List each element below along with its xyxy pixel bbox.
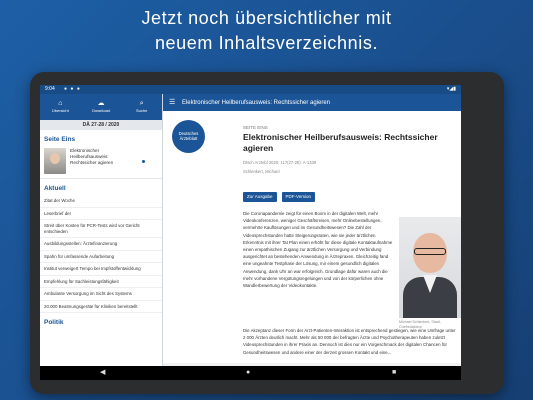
section-title-seite-eins: Seite Eins [44, 136, 76, 143]
header-title: Elektronischer Heilberufsausweis: Rechts… [181, 100, 331, 106]
author-photo [399, 217, 461, 318]
back-icon[interactable]: ◀ [100, 369, 105, 377]
search-icon: ⌕ [139, 100, 144, 107]
system-icons: ▾◢▮ [446, 86, 456, 92]
list-item[interactable]: Ambulante Versorgung im Sicht des System… [40, 288, 162, 301]
article-body-paragraph-2: Die Akzeptanz dieser Form der Arzt-Patie… [243, 328, 456, 355]
overview-button[interactable]: ⌂ Übersicht [40, 94, 81, 120]
recent-apps-icon[interactable]: ■ [392, 369, 396, 377]
section-title-politik: Politik [44, 319, 64, 326]
search-label: Suche [136, 108, 148, 113]
author-thumbnail [44, 148, 66, 174]
home-icon: ⌂ [58, 100, 63, 107]
download-label: Download [92, 108, 110, 113]
list-item[interactable]: Zitat der Woche [40, 195, 162, 208]
list-item[interactable]: Spahn für umfassende Aufarbeitung [40, 251, 162, 263]
article-rubric: SEITE EINS [243, 125, 268, 130]
headline-line-1: Jetzt noch übersichtlicher mit [141, 8, 392, 28]
logo-text-2: Ärzteblatt [179, 136, 198, 141]
home-nav-icon[interactable]: ● [246, 369, 250, 377]
status-time: 9:04 [45, 86, 55, 92]
list-item[interactable]: Ausbildungsstellen: Ärztefinanzierung [40, 238, 162, 251]
download-button[interactable]: ☁ Download [81, 94, 122, 120]
journal-logo: Deutsches Ärzteblatt [172, 120, 205, 153]
to-issue-button[interactable]: Zur Ausgabe [243, 192, 277, 202]
menu-icon[interactable]: ☰ [169, 99, 175, 106]
active-indicator-icon [142, 160, 145, 163]
status-bar: 9:04 ● ● ● ▾◢▮ [40, 85, 461, 94]
notification-icons: ● ● ● [64, 86, 81, 92]
search-button[interactable]: ⌕ Suche [121, 94, 162, 120]
overview-label: Übersicht [51, 108, 69, 113]
featured-article-title: Elektronischer Heilberufsausweis: Rechts… [70, 148, 114, 165]
list-item[interactable]: Institut verweigert Tempo bei Impfstoffe… [40, 263, 162, 276]
article-actions: Zur Ausgabe PDF-Version [243, 192, 316, 202]
download-icon: ☁ [97, 100, 105, 107]
photo-glasses [414, 248, 446, 255]
sidebar-featured-article[interactable]: Elektronischer Heilberufsausweis: Rechts… [40, 146, 162, 179]
headline-line-2: neuem Inhaltsverzeichnis. [154, 33, 379, 53]
article-body-paragraph-1: Die Coronapandemie zeigt für einen Boom … [243, 211, 393, 289]
android-nav-bar: ◀ ● ■ [40, 366, 461, 380]
list-item[interactable]: Leserbrief der [40, 208, 162, 220]
issue-label[interactable]: DÄ 27-28 / 2020 [40, 120, 162, 130]
section-title-aktuell: Aktuell [44, 185, 66, 192]
pdf-version-button[interactable]: PDF-Version [281, 192, 316, 202]
sidebar-toolbar: ⌂ Übersicht ☁ Download ⌕ Suche [40, 94, 162, 120]
article-header-bar: ☰ Elektronischer Heilberufsausweis: Rech… [163, 94, 461, 111]
article-title: Elektronischer Heilberufsausweis: Rechts… [243, 132, 438, 153]
sidebar: ⌂ Übersicht ☁ Download ⌕ Suche DÄ 27-28 … [40, 94, 163, 366]
article-author: Schlenkert, Michael [243, 169, 280, 174]
article-list: Zitat der Woche Leserbrief der Streit üb… [40, 195, 162, 313]
list-item[interactable]: 20.000 Beatmungsgeräte für Kliniken bere… [40, 301, 162, 313]
article-citation: Dtsch Arztebl 2020; 117(27-28): A-1339 [243, 160, 317, 165]
list-item[interactable]: Streit über Kosten für PCR-Tests wird vo… [40, 220, 162, 238]
list-item[interactable]: Empfehlung für Sachleistungsfähigkeit [40, 276, 162, 288]
promo-headline: Jetzt noch übersichtlicher mit neuem Inh… [0, 6, 533, 56]
article-pane: Deutsches Ärzteblatt SEITE EINS Elektron… [163, 111, 461, 363]
